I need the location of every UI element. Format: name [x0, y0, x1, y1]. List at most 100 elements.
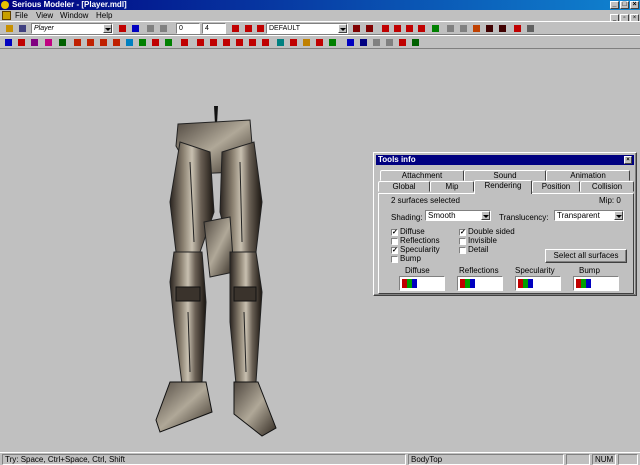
tool10-icon[interactable]	[179, 37, 190, 48]
reflections-color-label: Reflections	[459, 266, 499, 275]
add-icon[interactable]	[117, 23, 128, 34]
menu-view[interactable]: View	[36, 10, 53, 21]
view2-icon[interactable]	[16, 37, 27, 48]
tab-animation[interactable]: Animation	[546, 170, 630, 181]
tool16-icon[interactable]	[260, 37, 271, 48]
model-combo[interactable]: Player	[31, 23, 113, 34]
tool8-icon[interactable]	[150, 37, 161, 48]
bump-color-swatch[interactable]	[573, 276, 619, 291]
select-all-surfaces-button[interactable]: Select all surfaces	[545, 249, 627, 263]
chevron-down-icon[interactable]	[338, 24, 347, 33]
tool5-icon[interactable]	[98, 37, 109, 48]
checkbox-box[interactable]	[459, 247, 466, 254]
reflections-color-swatch[interactable]	[457, 276, 503, 291]
texture-icon[interactable]	[471, 23, 482, 34]
tool24-icon[interactable]	[371, 37, 382, 48]
chevron-down-icon[interactable]	[481, 211, 490, 220]
checkbox-box[interactable]: ✓	[391, 229, 398, 236]
tool6-icon[interactable]	[111, 37, 122, 48]
tool25-icon[interactable]	[384, 37, 395, 48]
menu-help[interactable]: Help	[96, 10, 112, 21]
remove-icon[interactable]	[130, 23, 141, 34]
frame-step-field[interactable]: 4	[202, 23, 226, 34]
tool20-icon[interactable]	[314, 37, 325, 48]
tool27-icon[interactable]	[410, 37, 421, 48]
prev-frame-icon[interactable]	[392, 23, 403, 34]
tool15-icon[interactable]	[247, 37, 258, 48]
tool14-icon[interactable]	[234, 37, 245, 48]
tools-info-title-bar[interactable]: Tools info ×	[376, 155, 634, 165]
next-frame-icon[interactable]	[404, 23, 415, 34]
wireframe-icon[interactable]	[29, 37, 40, 48]
flag-icon[interactable]	[430, 23, 441, 34]
tool22-icon[interactable]	[345, 37, 356, 48]
diffuse-color-swatch[interactable]	[399, 276, 445, 291]
tool19-icon[interactable]	[301, 37, 312, 48]
tab-rendering[interactable]: Rendering	[474, 180, 532, 194]
open-icon[interactable]	[4, 23, 15, 34]
maximize-button[interactable]: □	[620, 1, 629, 9]
tool9-icon[interactable]	[163, 37, 174, 48]
chevron-down-icon[interactable]	[614, 211, 623, 220]
minimize-button[interactable]: _	[610, 1, 619, 9]
save-icon[interactable]	[17, 23, 28, 34]
tool11-icon[interactable]	[195, 37, 206, 48]
tab-attachment[interactable]: Attachment	[380, 170, 464, 181]
normals-icon[interactable]	[57, 37, 68, 48]
render-icon[interactable]	[497, 23, 508, 34]
tool21-icon[interactable]	[327, 37, 338, 48]
close-icon[interactable]: ×	[624, 156, 632, 164]
tool7-icon[interactable]	[137, 37, 148, 48]
stop-icon[interactable]	[364, 23, 375, 34]
tab-collision[interactable]: Collision	[580, 181, 634, 192]
menu-window[interactable]: Window	[60, 10, 88, 21]
checkbox-box[interactable]	[391, 238, 398, 245]
colors-icon[interactable]	[124, 37, 135, 48]
frame-start-field[interactable]: 0	[176, 23, 200, 34]
last-frame-icon[interactable]	[416, 23, 427, 34]
step-icon[interactable]	[243, 23, 254, 34]
tool26-icon[interactable]	[397, 37, 408, 48]
tab-mip[interactable]: Mip	[430, 181, 474, 192]
close-button[interactable]: ×	[630, 1, 639, 9]
tool4-icon[interactable]	[85, 37, 96, 48]
first-frame-icon[interactable]	[380, 23, 391, 34]
checkbox-box[interactable]: ✓	[459, 229, 466, 236]
skin-combo[interactable]: DEFAULT	[266, 23, 348, 34]
uv-icon[interactable]	[43, 37, 54, 48]
light-icon[interactable]	[484, 23, 495, 34]
tool12-icon[interactable]	[208, 37, 219, 48]
translucency-select[interactable]: Transparent	[554, 210, 624, 221]
bump-checkbox[interactable]: Bump	[391, 255, 421, 264]
pause-icon[interactable]	[351, 23, 362, 34]
marker-icon[interactable]	[512, 23, 523, 34]
tool17-icon[interactable]	[275, 37, 286, 48]
tool18-icon[interactable]	[288, 37, 299, 48]
chevron-down-icon[interactable]	[103, 24, 112, 33]
view-icon[interactable]	[3, 37, 14, 48]
tool-icon[interactable]	[445, 23, 456, 34]
pen-icon[interactable]	[525, 23, 536, 34]
percent-icon[interactable]	[255, 23, 266, 34]
tool23-icon[interactable]	[358, 37, 369, 48]
detail-checkbox[interactable]: Detail	[459, 246, 488, 255]
title-bar: Serious Modeler - [Player.mdl] _ □ ×	[0, 0, 640, 10]
tools-info-window[interactable]: Tools info × Attachment Sound Animation …	[373, 152, 637, 296]
checkbox-label: Detail	[468, 245, 489, 254]
play-icon[interactable]	[230, 23, 241, 34]
tab-position[interactable]: Position	[532, 181, 580, 192]
tool3-icon[interactable]	[72, 37, 83, 48]
tool2-icon[interactable]	[458, 23, 469, 34]
tools-info-title: Tools info	[378, 155, 416, 164]
menu-file[interactable]: File	[15, 10, 28, 21]
edit-icon[interactable]	[145, 23, 156, 34]
checkbox-box[interactable]	[391, 256, 398, 263]
specularity-color-swatch[interactable]	[515, 276, 561, 291]
checkbox-box[interactable]	[459, 238, 466, 245]
tool13-icon[interactable]	[221, 37, 232, 48]
tab-global[interactable]: Global	[378, 181, 430, 192]
document-icon[interactable]	[2, 11, 11, 20]
properties-icon[interactable]	[158, 23, 169, 34]
shading-select[interactable]: Smooth	[425, 210, 491, 221]
checkbox-box[interactable]: ✓	[391, 247, 398, 254]
